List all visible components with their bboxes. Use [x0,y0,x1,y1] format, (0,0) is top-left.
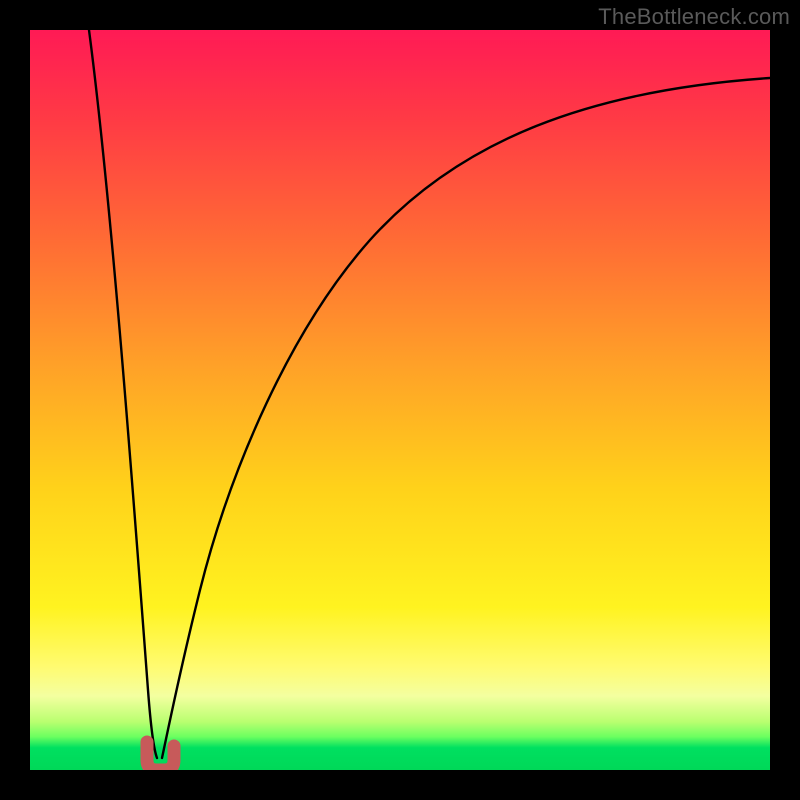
chart-svg [30,30,770,770]
chart-frame: TheBottleneck.com [0,0,800,800]
watermark-text: TheBottleneck.com [598,4,790,30]
curve-left-branch [89,30,157,758]
curve-right-branch [162,78,770,758]
plot-area [30,30,770,770]
optimum-marker [147,742,174,770]
